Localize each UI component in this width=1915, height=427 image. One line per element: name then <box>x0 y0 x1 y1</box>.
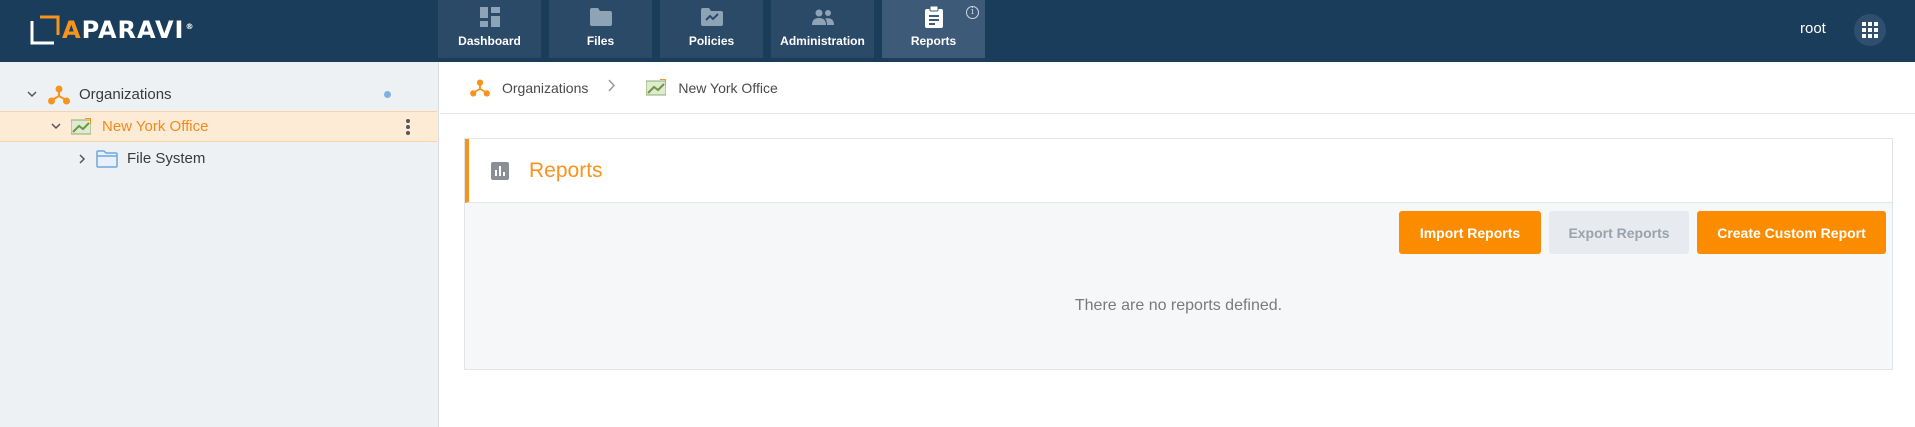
breadcrumb-new-york-office[interactable]: New York Office <box>646 78 778 97</box>
breadcrumb: Organizations New York Office <box>440 62 1915 114</box>
aparavi-logo[interactable]: APARAVI® <box>30 10 194 50</box>
location-icon <box>646 78 667 95</box>
chevron-down-icon[interactable] <box>26 89 38 101</box>
tree-item-label: File System <box>127 150 206 167</box>
nav-label: Reports <box>910 34 957 48</box>
chevron-right-icon[interactable] <box>76 153 88 165</box>
status-dot <box>384 91 391 98</box>
policy-folder-icon <box>700 6 724 28</box>
nav-dashboard[interactable]: Dashboard <box>438 0 541 58</box>
clipboard-icon <box>922 6 946 28</box>
create-custom-report-button[interactable]: Create Custom Report <box>1697 211 1886 254</box>
folder-icon <box>96 149 118 168</box>
breadcrumb-label: New York Office <box>678 79 778 96</box>
more-options-icon[interactable] <box>404 117 412 137</box>
top-bar: APARAVI® Dashboard Files Policies Admini… <box>0 0 1915 62</box>
grid-icon <box>1862 22 1878 38</box>
users-icon <box>811 6 835 28</box>
bar-chart-icon <box>491 161 509 180</box>
info-icon[interactable]: i <box>966 6 979 19</box>
main-nav: Dashboard Files Policies Administration … <box>438 0 993 58</box>
dashboard-icon <box>478 6 502 28</box>
tree-item-new-york-office[interactable]: New York Office <box>0 111 437 142</box>
logo-mark-icon <box>30 15 60 45</box>
nav-label: Administration <box>780 34 865 48</box>
nav-label: Policies <box>688 34 735 48</box>
page-title: Reports <box>529 158 603 182</box>
import-reports-button[interactable]: Import Reports <box>1399 211 1541 254</box>
organization-icon <box>48 85 70 105</box>
user-name[interactable]: root <box>1800 20 1826 37</box>
nav-label: Dashboard <box>458 34 521 48</box>
location-icon <box>71 117 91 136</box>
nav-policies[interactable]: Policies <box>660 0 763 58</box>
apps-grid-button[interactable] <box>1854 14 1886 46</box>
chevron-right-icon <box>608 78 616 97</box>
chevron-down-icon[interactable] <box>50 121 62 133</box>
sidebar-tree: Organizations New York Office File Syste… <box>0 62 439 427</box>
breadcrumb-organizations[interactable]: Organizations <box>470 78 589 97</box>
tree-item-file-system[interactable]: File System <box>0 143 437 174</box>
nav-label: Files <box>586 34 615 48</box>
tree-item-organizations[interactable]: Organizations <box>0 79 437 110</box>
nav-administration[interactable]: Administration <box>771 0 874 58</box>
folder-icon <box>589 6 613 28</box>
tree-item-label: New York Office <box>102 118 209 135</box>
logo-text: APARAVI® <box>62 16 195 44</box>
organization-icon <box>470 78 490 97</box>
export-reports-button[interactable]: Export Reports <box>1549 211 1689 254</box>
reports-panel-header: Reports <box>465 139 1892 203</box>
empty-state-message: There are no reports defined. <box>1074 297 1283 314</box>
nav-files[interactable]: Files <box>549 0 652 58</box>
tree-item-label: Organizations <box>79 86 172 103</box>
reports-panel: Reports Import Reports Export Reports Cr… <box>464 138 1893 370</box>
breadcrumb-label: Organizations <box>502 79 589 96</box>
nav-reports[interactable]: i Reports <box>882 0 985 58</box>
